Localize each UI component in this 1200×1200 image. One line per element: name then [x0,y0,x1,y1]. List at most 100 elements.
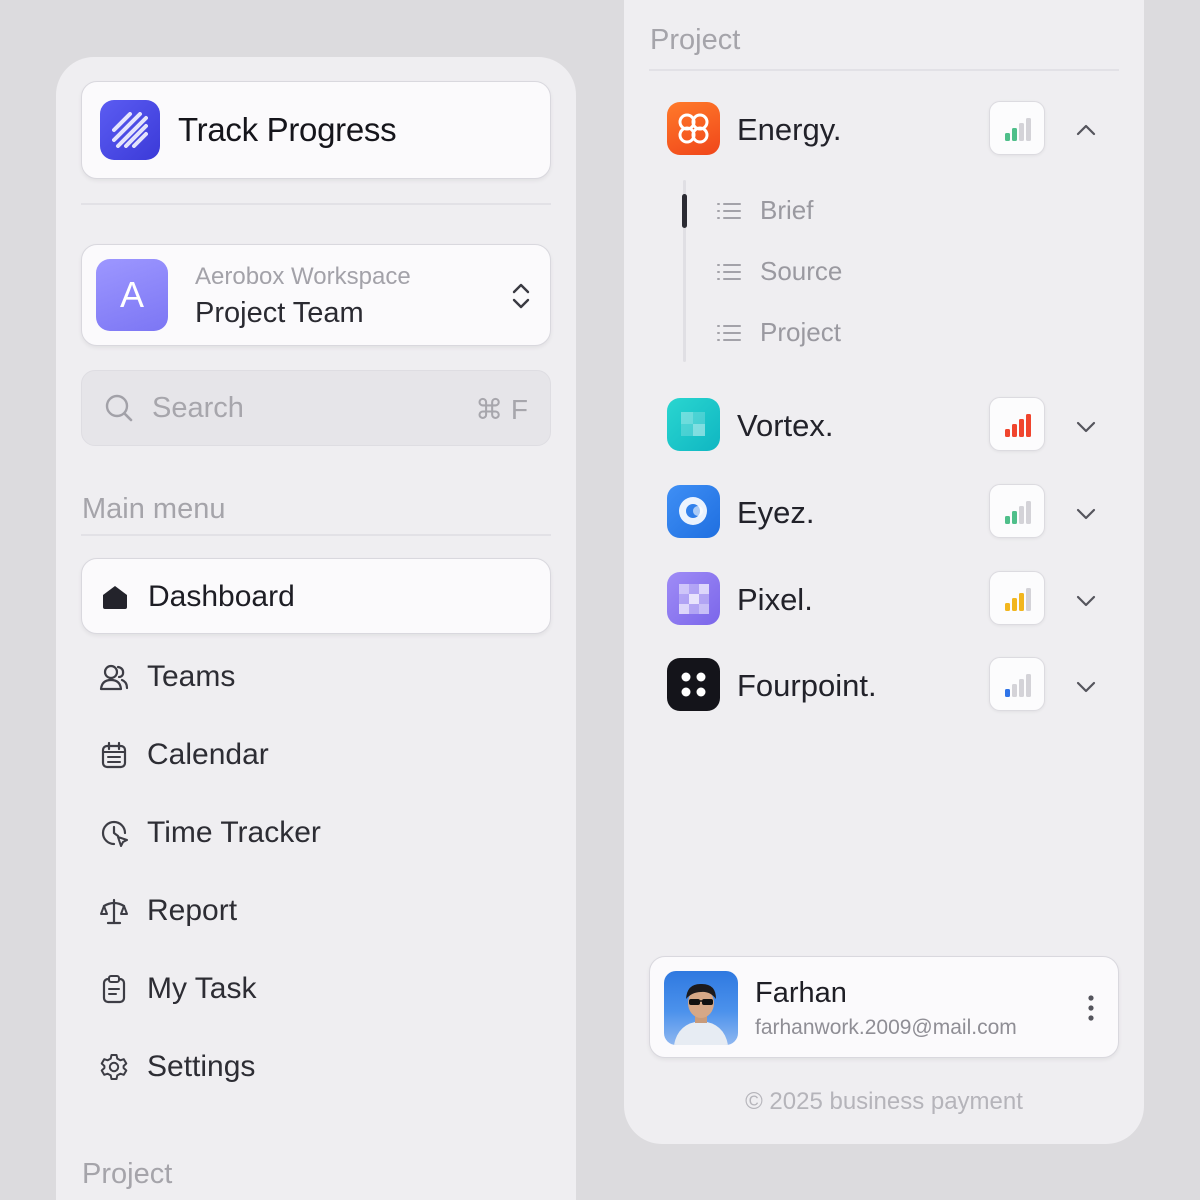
signal-bar [1005,133,1010,141]
workspace-switcher[interactable]: A Aerobox Workspace Project Team [81,244,551,346]
menu-item-label: Report [147,894,238,927]
chevron-down-icon[interactable] [1075,415,1097,437]
menu-item-label: Calendar [147,738,269,771]
project-item-vortex[interactable]: Vortex. [667,397,1117,454]
app-title: Track Progress [178,111,397,148]
more-vertical-icon[interactable] [1088,993,1094,1023]
divider [81,534,551,536]
user-name: Farhan [755,977,847,1009]
brand-card[interactable]: Track Progress [81,81,551,179]
signal-bar [1026,414,1031,437]
chevron-up-down-icon[interactable] [510,281,532,311]
fourpoint-logo-icon [667,658,720,711]
eyez-logo-icon [667,485,720,538]
app-logo-icon [100,100,160,160]
signal-bar [1026,588,1031,611]
project-name: Pixel. [737,582,813,617]
project-section-label: Project [650,24,741,56]
divider [649,69,1119,71]
subitem-brief[interactable]: Brief [716,191,1016,231]
workspace-name: Project Team [195,297,364,329]
signal-bar [1012,598,1017,611]
user-email: farhanwork.2009@mail.com [755,1016,1017,1039]
signal-bar [1012,684,1017,697]
menu-item-label: My Task [147,972,257,1005]
signal-bar [1005,429,1010,437]
vortex-logo-icon [667,398,720,451]
signal-bar [1019,419,1024,437]
signal-bar [1026,674,1031,697]
signal-strength-icon[interactable] [989,657,1045,711]
active-subitem-indicator [682,194,687,228]
menu-item-calendar[interactable]: Calendar [81,725,551,785]
avatar [664,971,738,1045]
menu-item-label: Teams [147,660,236,693]
project-name: Vortex. [737,408,834,443]
project-item-energy[interactable]: Energy. [667,101,1117,158]
project-name: Energy. [737,112,842,147]
menu-item-time-tracker[interactable]: Time Tracker [81,803,551,863]
subitem-source[interactable]: Source [716,252,1016,292]
pixel-logo-icon [667,572,720,625]
menu-item-label: Dashboard [148,580,295,613]
menu-item-teams[interactable]: Teams [81,647,551,707]
signal-strength-icon[interactable] [989,397,1045,451]
subitem-label: Project [760,317,841,347]
list-icon [717,203,741,219]
user-profile-card[interactable]: Farhan farhanwork.2009@mail.com [649,956,1119,1058]
menu-item-label: Settings [147,1050,256,1083]
scale-icon [100,898,128,925]
signal-bar [1012,128,1017,141]
signal-bar [1019,123,1024,141]
chevron-down-icon[interactable] [1075,589,1097,611]
menu-item-report[interactable]: Report [81,881,551,941]
subitem-project[interactable]: Project [716,313,1016,353]
menu-item-dashboard[interactable]: Dashboard [81,558,551,634]
signal-bar [1019,679,1024,697]
signal-strength-icon[interactable] [989,101,1045,155]
clipboard-icon [102,975,126,1004]
signal-bar [1012,424,1017,437]
calendar-icon [101,741,127,769]
energy-logo-icon [667,102,720,155]
signal-bar [1005,603,1010,611]
signal-bar [1019,593,1024,611]
menu-item-settings[interactable]: Settings [81,1037,551,1097]
search-placeholder: Search [152,392,244,424]
search-icon [105,394,133,422]
search-input[interactable]: Search ⌘ F [81,370,551,446]
gear-icon [100,1054,128,1080]
list-icon [717,325,741,341]
project-name: Eyez. [737,495,815,530]
workspace-avatar: A [96,259,168,331]
footer-copyright: © 2025 business payment [745,1088,1023,1115]
project-item-eyez[interactable]: Eyez. [667,484,1117,541]
project-item-fourpoint[interactable]: Fourpoint. [667,657,1117,714]
project-section-label: Project [82,1158,173,1190]
left-sidebar-panel: Track Progress A Aerobox Workspace Proje… [56,57,576,1200]
users-icon [99,664,129,691]
signal-strength-icon[interactable] [989,571,1045,625]
subitem-label: Source [760,256,843,286]
workspace-subtitle: Aerobox Workspace [195,263,411,290]
signal-bar [1026,118,1031,141]
home-icon [103,586,127,609]
signal-bar [1026,501,1031,524]
chevron-down-icon[interactable] [1075,675,1097,697]
list-icon [717,264,741,280]
signal-bar [1005,689,1010,697]
divider [81,203,551,205]
chevron-down-icon[interactable] [1075,502,1097,524]
signal-bar [1012,511,1017,524]
main-menu-label: Main menu [82,493,226,525]
chevron-up-icon[interactable] [1075,119,1097,141]
signal-bar [1019,506,1024,524]
signal-strength-icon[interactable] [989,484,1045,538]
project-name: Fourpoint. [737,668,877,703]
clock-icon [101,820,128,847]
search-shortcut-hint: ⌘ F [475,394,528,425]
menu-item-my-task[interactable]: My Task [81,959,551,1019]
menu-item-label: Time Tracker [147,816,321,849]
signal-bar [1005,516,1010,524]
project-item-pixel[interactable]: Pixel. [667,571,1117,628]
